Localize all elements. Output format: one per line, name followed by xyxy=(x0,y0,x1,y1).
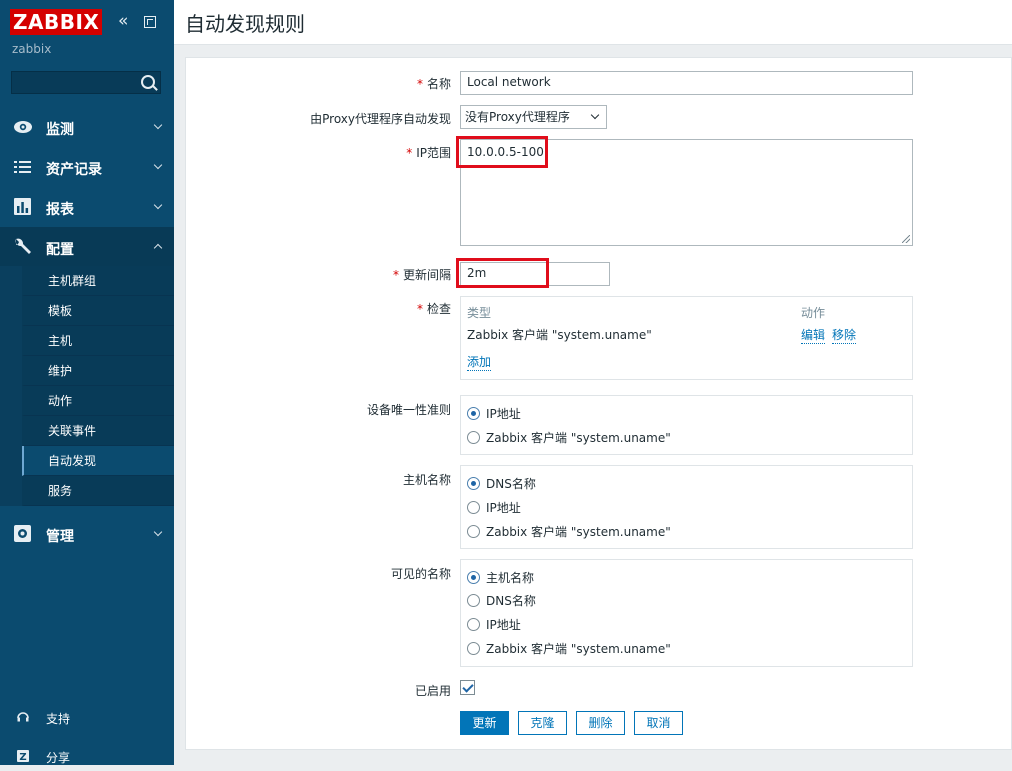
radio-unselected[interactable] xyxy=(467,641,480,655)
host-name-radio-group: DNS名称 IP地址 Zabbix 客户端 "system.uname" xyxy=(460,465,913,549)
visible-name-option-ip[interactable]: IP地址 xyxy=(467,614,521,634)
radio-selected[interactable] xyxy=(467,570,480,584)
zabbix-logo[interactable]: ZABBIX xyxy=(10,9,103,35)
enabled-label: 已启用 xyxy=(414,684,451,698)
host-name-option-agent[interactable]: Zabbix 客户端 "system.uname" xyxy=(467,521,671,541)
uniqueness-option-agent[interactable]: Zabbix 客户端 "system.uname" xyxy=(467,427,671,447)
server-name: zabbix xyxy=(12,42,52,56)
gear-icon xyxy=(14,525,31,542)
host-name-label: 主机名称 xyxy=(402,473,451,487)
submenu-host-groups[interactable]: 主机群组 xyxy=(22,266,174,296)
chevron-up-icon xyxy=(153,243,163,253)
ip-range-label: * IP范围 xyxy=(406,146,451,160)
nav-configuration[interactable]: 配置 xyxy=(0,227,174,267)
radio-selected[interactable] xyxy=(467,476,480,490)
nav-inventory-label: 资产记录 xyxy=(46,162,102,178)
nav-monitoring[interactable]: 监测 xyxy=(0,107,174,147)
page-header: 自动发现规则 xyxy=(174,0,1012,45)
sidebar: ZABBIX « zabbix 监测 资产记录 报表 配置 主机群组 模板 主机… xyxy=(0,0,174,765)
highlight-box-ip-range xyxy=(456,136,548,168)
eye-icon xyxy=(14,121,32,133)
enabled-checkbox[interactable] xyxy=(460,680,475,695)
delete-button[interactable]: 删除 xyxy=(576,711,625,735)
visible-name-option-host[interactable]: 主机名称 xyxy=(467,567,534,587)
visible-name-option-dns[interactable]: DNS名称 xyxy=(467,590,536,610)
check-row-type: Zabbix 客户端 "system.uname" xyxy=(467,328,652,342)
radio-unselected[interactable] xyxy=(467,500,480,514)
search-input[interactable] xyxy=(11,71,161,94)
visible-name-label: 可见的名称 xyxy=(390,567,451,581)
visible-name-option-agent[interactable]: Zabbix 客户端 "system.uname" xyxy=(467,638,671,658)
nav-inventory[interactable]: 资产记录 xyxy=(0,147,174,187)
radio-unselected[interactable] xyxy=(467,524,480,538)
clone-button[interactable]: 克隆 xyxy=(518,711,567,735)
chevron-down-icon xyxy=(153,200,163,210)
wrench-icon xyxy=(15,238,31,254)
share-icon: Z xyxy=(17,750,29,763)
radio-unselected[interactable] xyxy=(467,617,480,631)
list-icon xyxy=(14,161,31,173)
uniqueness-label: 设备唯一性准则 xyxy=(366,403,451,417)
svg-text:Z: Z xyxy=(19,752,26,763)
collapse-sidebar-icon[interactable]: « xyxy=(118,13,128,30)
submenu-services[interactable]: 服务 xyxy=(22,476,174,506)
proxy-label: 由Proxy代理程序自动发现 xyxy=(310,112,451,126)
submenu-discovery[interactable]: 自动发现 xyxy=(22,446,174,476)
radio-unselected[interactable] xyxy=(467,593,480,607)
configuration-submenu: 主机群组 模板 主机 维护 动作 关联事件 自动发现 服务 xyxy=(0,266,174,506)
radio-unselected[interactable] xyxy=(467,430,480,444)
chevron-down-icon xyxy=(153,527,163,537)
host-name-option-dns[interactable]: DNS名称 xyxy=(467,473,536,493)
radio-selected[interactable] xyxy=(467,406,480,420)
highlight-box-interval xyxy=(456,258,549,288)
submenu-actions[interactable]: 动作 xyxy=(22,386,174,416)
host-name-option-ip[interactable]: IP地址 xyxy=(467,497,521,517)
proxy-select[interactable]: 没有Proxy代理程序 xyxy=(460,105,607,129)
proxy-select-value: 没有Proxy代理程序 xyxy=(465,110,570,124)
cancel-button[interactable]: 取消 xyxy=(634,711,683,735)
uniqueness-radio-group: IP地址 Zabbix 客户端 "system.uname" xyxy=(460,395,913,455)
update-button[interactable]: 更新 xyxy=(460,711,509,735)
add-check-link[interactable]: 添加 xyxy=(467,353,492,371)
checks-table: 类型 动作 Zabbix 客户端 "system.uname" 编辑 移除 添加 xyxy=(460,296,913,380)
headset-icon xyxy=(17,712,29,722)
submenu-hosts[interactable]: 主机 xyxy=(22,326,174,356)
name-label: * 名称 xyxy=(416,77,451,91)
submenu-templates[interactable]: 模板 xyxy=(22,296,174,326)
resize-handle-icon[interactable] xyxy=(902,235,910,243)
check-remove-link[interactable]: 移除 xyxy=(832,326,857,344)
search-icon[interactable] xyxy=(141,75,155,89)
nav-monitoring-label: 监测 xyxy=(46,122,74,138)
support-link[interactable]: 支持 xyxy=(0,702,174,732)
nav-configuration-label: 配置 xyxy=(46,242,74,258)
checks-col-action: 动作 xyxy=(801,306,826,320)
interval-label: * 更新间隔 xyxy=(392,268,451,282)
submenu-event-correlation[interactable]: 关联事件 xyxy=(22,416,174,446)
name-input[interactable]: Local network xyxy=(460,71,913,95)
page-title: 自动发现规则 xyxy=(185,12,305,36)
visible-name-radio-group: 主机名称 DNS名称 IP地址 Zabbix 客户端 "system.uname… xyxy=(460,559,913,667)
check-edit-link[interactable]: 编辑 xyxy=(801,326,826,344)
checks-col-type: 类型 xyxy=(467,306,492,320)
kiosk-mode-icon[interactable] xyxy=(144,16,156,28)
share-label: 分享 xyxy=(46,751,71,765)
chevron-down-icon xyxy=(590,110,600,120)
chevron-down-icon xyxy=(153,160,163,170)
nav-administration-label: 管理 xyxy=(46,529,74,545)
uniqueness-option-ip[interactable]: IP地址 xyxy=(467,403,521,423)
nav-administration[interactable]: 管理 xyxy=(0,514,174,554)
nav-reports[interactable]: 报表 xyxy=(0,187,174,227)
checks-label: * 检查 xyxy=(416,302,451,316)
support-label: 支持 xyxy=(46,712,71,726)
share-link[interactable]: Z 分享 xyxy=(0,741,174,771)
chevron-down-icon xyxy=(153,120,163,130)
nav-reports-label: 报表 xyxy=(46,202,74,218)
submenu-maintenance[interactable]: 维护 xyxy=(22,356,174,386)
bar-chart-icon xyxy=(14,198,31,215)
